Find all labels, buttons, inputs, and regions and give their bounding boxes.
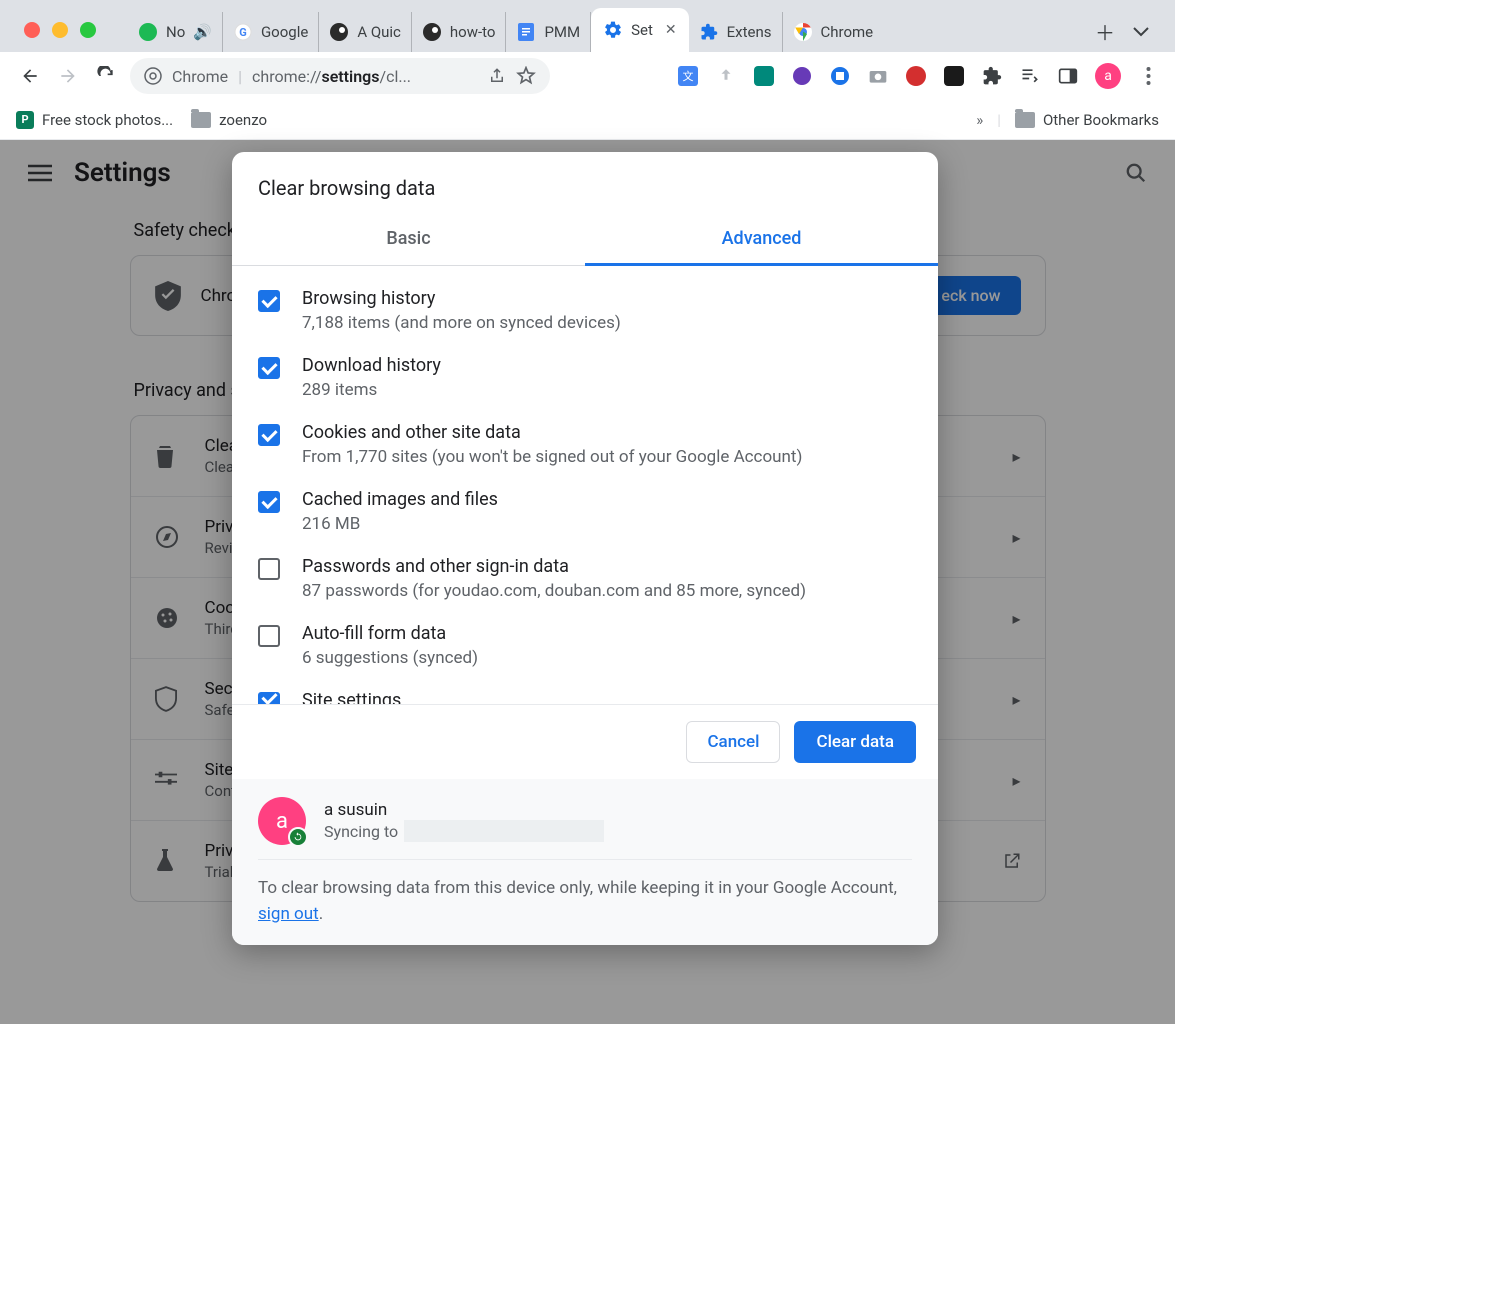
browser-tab[interactable]: Extens (689, 12, 783, 52)
tab-strip: No 🔊 G Google A Quic how-to PMM Set ✕ Ex… (0, 0, 1175, 52)
ext-icon-4[interactable] (905, 65, 927, 87)
favicon (329, 22, 349, 42)
checkbox[interactable] (258, 290, 280, 312)
bookmarks-bar: P Free stock photos... zoenzo » | Other … (0, 100, 1175, 140)
translate-icon[interactable]: 文 (677, 65, 699, 87)
browser-tab[interactable]: G Google (223, 12, 319, 52)
item-browsing-history[interactable]: Browsing history7,188 items (and more on… (258, 288, 912, 333)
extensions-puzzle-icon[interactable] (981, 65, 1003, 87)
upload-icon[interactable] (715, 65, 737, 87)
sync-info: a a susuin Syncing to To clear browsing … (232, 779, 938, 945)
ext-icon-1[interactable] (753, 65, 775, 87)
side-panel-icon[interactable] (1057, 65, 1079, 87)
window-controls (24, 22, 96, 38)
clear-data-button[interactable]: Clear data (794, 721, 916, 763)
bookmark-folder[interactable]: zoenzo (191, 111, 267, 129)
clear-items-list: Browsing history7,188 items (and more on… (232, 266, 938, 704)
ext-icon-2[interactable] (791, 65, 813, 87)
address-bar[interactable]: Chrome | chrome://settings/cl... (130, 58, 550, 94)
item-cookies[interactable]: Cookies and other site dataFrom 1,770 si… (258, 422, 912, 467)
favicon (422, 22, 442, 42)
profile-avatar[interactable]: a (1095, 63, 1121, 89)
menu-icon[interactable] (1137, 65, 1159, 87)
maximize-window-button[interactable] (80, 22, 96, 38)
browser-tab[interactable]: A Quic (319, 12, 412, 52)
ext-icon-5[interactable] (943, 65, 965, 87)
close-window-button[interactable] (24, 22, 40, 38)
camera-icon[interactable] (867, 65, 889, 87)
item-passwords[interactable]: Passwords and other sign-in data87 passw… (258, 556, 912, 601)
dialog-footer: Cancel Clear data (232, 704, 938, 779)
checkbox[interactable] (258, 692, 280, 704)
forward-button[interactable] (54, 62, 82, 90)
browser-tab-active[interactable]: Set ✕ (591, 8, 689, 52)
cancel-button[interactable]: Cancel (686, 721, 780, 763)
extension-icons: 文 a (677, 63, 1159, 89)
sync-status: Syncing to (324, 820, 604, 842)
close-tab-icon[interactable]: ✕ (665, 22, 677, 38)
browser-tab[interactable]: PMM (506, 12, 591, 52)
pexels-icon: P (16, 111, 34, 129)
signout-note: To clear browsing data from this device … (258, 860, 912, 927)
item-download-history[interactable]: Download history289 items (258, 355, 912, 400)
user-name: a susuin (324, 800, 604, 820)
extensions-icon (699, 22, 719, 42)
checkbox[interactable] (258, 491, 280, 513)
chrome-icon (793, 22, 813, 42)
url-text: chrome://settings/cl... (252, 67, 411, 86)
dialog-title: Clear browsing data (232, 152, 938, 214)
google-icon: G (233, 22, 253, 42)
spotify-icon (138, 22, 158, 42)
item-cached[interactable]: Cached images and files216 MB (258, 489, 912, 534)
browser-tab[interactable]: No 🔊 (128, 12, 223, 52)
svg-text:文: 文 (683, 69, 694, 83)
back-button[interactable] (16, 62, 44, 90)
reload-button[interactable] (92, 62, 120, 90)
checkbox[interactable] (258, 424, 280, 446)
item-autofill[interactable]: Auto-fill form data6 suggestions (synced… (258, 623, 912, 668)
bookmark-star-icon[interactable] (516, 66, 536, 86)
svg-text:G: G (239, 26, 247, 39)
share-icon[interactable] (488, 67, 506, 85)
browser-tab[interactable]: how-to (412, 12, 507, 52)
reading-list-icon[interactable] (1019, 65, 1041, 87)
ext-icon-3[interactable] (829, 65, 851, 87)
tab-basic[interactable]: Basic (232, 214, 585, 266)
dialog-tabs: Basic Advanced (232, 214, 938, 266)
folder-icon (1015, 112, 1035, 128)
tab-overflow-button[interactable] (1133, 27, 1149, 37)
chrome-icon (144, 67, 162, 85)
tab-advanced[interactable]: Advanced (585, 214, 938, 266)
folder-icon (191, 112, 211, 128)
checkbox[interactable] (258, 357, 280, 379)
audio-icon: 🔊 (193, 23, 212, 41)
sync-badge-icon (288, 827, 308, 847)
bookmark-item[interactable]: P Free stock photos... (16, 111, 173, 129)
item-site-settings[interactable]: Site settings (258, 690, 912, 704)
settings-icon (603, 20, 623, 40)
checkbox[interactable] (258, 625, 280, 647)
checkbox[interactable] (258, 558, 280, 580)
browser-tab[interactable]: Chrome (783, 12, 884, 52)
minimize-window-button[interactable] (52, 22, 68, 38)
sign-out-link[interactable]: sign out (258, 904, 319, 924)
other-bookmarks-button[interactable]: Other Bookmarks (1015, 111, 1159, 129)
toolbar: Chrome | chrome://settings/cl... 文 a (0, 52, 1175, 100)
new-tab-button[interactable]: ＋ (1095, 17, 1115, 46)
clear-browsing-data-dialog: Clear browsing data Basic Advanced Brows… (232, 152, 938, 945)
user-avatar: a (258, 797, 306, 845)
docs-icon (516, 22, 536, 42)
bookmark-overflow-icon[interactable]: » (976, 111, 983, 129)
